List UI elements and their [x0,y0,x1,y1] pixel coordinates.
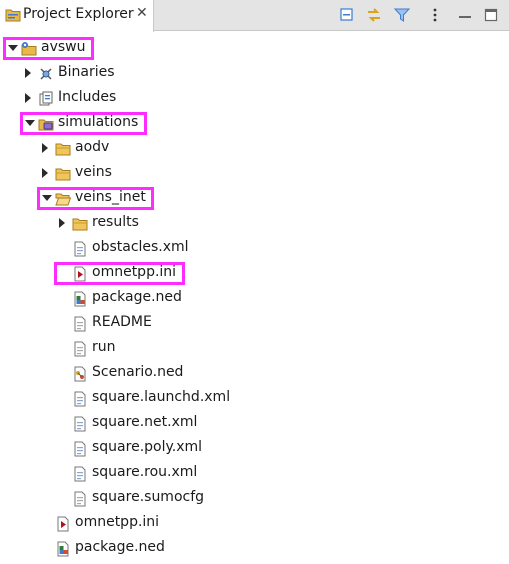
tree-item-label: Scenario.ned [92,364,184,380]
tree-item-label: obstacles.xml [92,239,189,255]
tree-item-label: Includes [58,89,117,105]
tree-item-label: square.net.xml [92,414,198,430]
text-file-icon [72,491,88,507]
filter-icon[interactable] [393,7,411,23]
ned-file-icon [55,541,71,557]
minimize-icon[interactable] [457,7,473,23]
tree-item-square-launchd-xml[interactable]: square.launchd.xml [0,386,509,411]
tree-item-veins[interactable]: veins [0,161,509,186]
highlight-box [20,112,147,135]
collapsed-arrow-icon[interactable] [42,143,48,153]
tree-item-package-ned[interactable]: package.ned [0,536,509,561]
highlight-box [54,262,185,285]
tree-item-square-rou-xml[interactable]: square.rou.xml [0,461,509,486]
tree-item-aodv[interactable]: aodv [0,136,509,161]
tree-item-label: square.launchd.xml [92,389,231,405]
tree-item-label: results [92,214,139,230]
maximize-icon[interactable] [483,7,499,23]
tree-item-label: square.rou.xml [92,464,198,480]
tree-item-run[interactable]: run [0,336,509,361]
tab-title: Project Explorer [23,6,134,22]
close-icon[interactable]: ✕ [136,5,148,21]
collapse-all-icon[interactable] [339,7,355,23]
link-with-editor-icon[interactable] [366,7,382,23]
folder-icon [72,216,88,232]
ini-file-icon [55,516,71,532]
tree-item-label: Binaries [58,64,115,80]
includes-icon [38,91,54,107]
project-tree: avswu Binaries Includes simulations aodv vein… [0,32,509,564]
tree-item-square-sumocfg[interactable]: square.sumocfg [0,486,509,511]
tree-item-label: README [92,314,152,330]
project-explorer-tab[interactable]: Project Explorer ✕ [0,0,154,32]
highlight-box [3,37,94,60]
xml-file-icon [72,391,88,407]
highlight-box [37,187,154,210]
ned-file-icon [72,291,88,307]
collapsed-arrow-icon[interactable] [42,168,48,178]
tree-item-binaries[interactable]: Binaries [0,61,509,86]
project-explorer-icon [5,8,21,26]
tree-item-square-net-xml[interactable]: square.net.xml [0,411,509,436]
tree-item-label: run [92,339,116,355]
folder-icon [55,166,71,182]
tree-item-label: package.ned [92,289,182,305]
tree-item-label: omnetpp.ini [75,514,160,530]
tree-item-package-ned[interactable]: package.ned [0,286,509,311]
xml-file-icon [72,441,88,457]
collapsed-arrow-icon[interactable] [25,93,31,103]
tree-item-readme[interactable]: README [0,311,509,336]
tree-item-results[interactable]: results [0,211,509,236]
tree-item-obstacles-xml[interactable]: obstacles.xml [0,236,509,261]
tree-item-omnetpp-ini[interactable]: omnetpp.ini [0,511,509,536]
collapsed-arrow-icon[interactable] [59,218,65,228]
tree-item-label: package.ned [75,539,165,555]
xml-file-icon [72,466,88,482]
text-file-icon [72,316,88,332]
tree-item-label: square.sumocfg [92,489,205,505]
tree-item-scenario-ned[interactable]: Scenario.ned [0,361,509,386]
ned-network-file-icon [72,366,88,382]
text-file-icon [72,341,88,357]
view-menu-icon[interactable] [427,7,443,23]
tree-item-label: veins [75,164,112,180]
tree-item-includes[interactable]: Includes [0,86,509,111]
folder-icon [55,141,71,157]
xml-file-icon [72,416,88,432]
tree-item-label: aodv [75,139,110,155]
binaries-icon [38,66,54,82]
xml-file-icon [72,241,88,257]
collapsed-arrow-icon[interactable] [25,68,31,78]
tree-item-square-poly-xml[interactable]: square.poly.xml [0,436,509,461]
tree-item-label: square.poly.xml [92,439,203,455]
view-title-bar: Project Explorer ✕ [0,0,509,32]
